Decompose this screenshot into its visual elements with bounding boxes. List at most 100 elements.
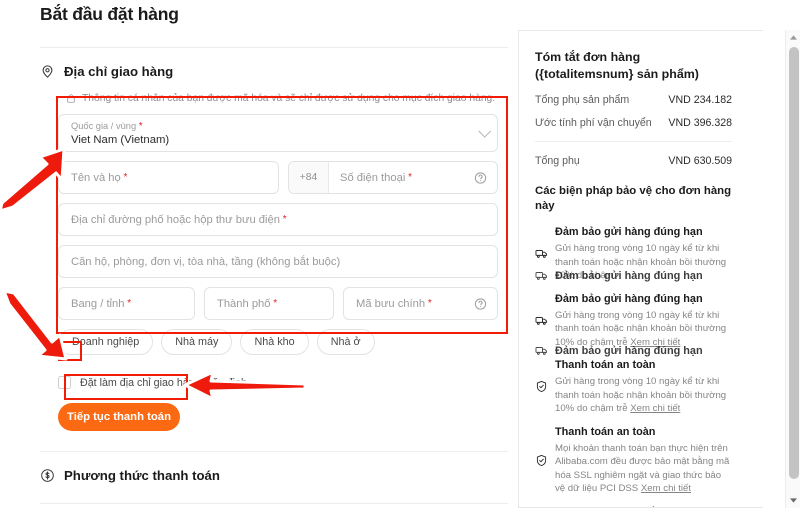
protection-title: Đảm bảo gửi hàng đúng hạn (555, 226, 703, 238)
payment-method-section: Phương thức thanh toán (40, 451, 508, 483)
protections-title: Các biện pháp bảo vệ cho đơn hàng này (535, 185, 732, 212)
ghost-overlay-text-2: Đảm bảo gửi hàng đúng hạn (555, 345, 703, 357)
ghost-overlay-text-1: Đảm bảo gửi hàng đúng hạn (555, 270, 703, 282)
divider (40, 451, 508, 452)
shield-check-icon (535, 358, 548, 416)
order-summary-panel: Tóm tắt đơn hàng ({totalitemsnum} sản ph… (518, 30, 763, 508)
region-row: Bang / tỉnh * Thành phố * Mã bưu chính * (58, 287, 498, 320)
full-name-placeholder: Tên và họ (71, 171, 121, 184)
postal-code-input[interactable]: Mã bưu chính * (343, 287, 498, 320)
phone-input[interactable]: Số điện thoại * (329, 162, 497, 193)
country-row: Quốc gia / vùng * Viet Nam (Vietnam) (58, 114, 498, 152)
location-pin-icon (40, 64, 55, 79)
summary-row-items-subtotal: Tổng phụ sản phẩm VND 234.182 (535, 94, 732, 106)
value: VND 630.509 (668, 155, 732, 167)
label: Tổng phụ (535, 155, 580, 167)
value: VND 396.328 (668, 117, 732, 129)
value: VND 234.182 (668, 94, 732, 106)
chip-business[interactable]: Doanh nghiệp (58, 329, 154, 355)
details-link[interactable]: Xem chi tiết (630, 403, 680, 414)
protection-item: Thanh toán an toàn Mọi khoản thanh toán … (535, 425, 732, 496)
refund-icon (535, 505, 548, 508)
city-placeholder: Thành phố (217, 297, 271, 310)
chip-residence[interactable]: Nhà ở (316, 329, 375, 355)
dollar-circle-icon (40, 468, 55, 483)
default-address-row[interactable]: Đặt làm địa chỉ giao hàng Mặc định (58, 376, 508, 389)
truck-icon (535, 292, 548, 350)
state-input[interactable]: Bang / tỉnh * (58, 287, 195, 320)
payment-method-title: Phương thức thanh toán (64, 468, 220, 483)
protection-item: Chính sách hoàn tiền Yêu cầu hoàn tiền n… (535, 505, 732, 508)
phone-country-code: +84 (289, 162, 329, 193)
phone-placeholder: Số điện thoại (340, 171, 406, 184)
protection-body: Đảm bảo gửi hàng đúng hạn Gửi hàng trong… (555, 292, 732, 350)
checkout-page: Bắt đầu đặt hàng Địa chỉ giao hàng Thông… (0, 0, 800, 508)
divider (40, 503, 508, 504)
protection-title: Thanh toán an toàn (555, 359, 656, 371)
country-value: Viet Nam (Vietnam) (71, 134, 170, 146)
name-phone-row: Tên và họ * +84 Số điện thoại * (58, 161, 498, 194)
label: Ước tính phí vận chuyển (535, 117, 652, 129)
question-circle-icon[interactable] (474, 171, 487, 184)
continue-to-payment-button[interactable]: Tiếp tục thanh toán (58, 403, 180, 431)
chip-warehouse[interactable]: Nhà kho (240, 329, 309, 355)
order-summary-title-line2: ({totalitemsnum} sản phẩm) (535, 67, 699, 81)
scroll-down-arrow-icon[interactable] (786, 493, 800, 508)
details-link[interactable]: Xem chi tiết (641, 483, 691, 494)
protection-body: Thanh toán an toàn Mọi khoản thanh toán … (555, 425, 732, 496)
page-title: Bắt đầu đặt hàng (40, 4, 179, 24)
main-content: Bắt đầu đặt hàng Địa chỉ giao hàng Thông… (40, 0, 508, 508)
order-summary-title-line1: Tóm tắt đơn hàng (535, 50, 641, 64)
order-summary-title: Tóm tắt đơn hàng ({totalitemsnum} sản ph… (535, 49, 732, 83)
shield-check-icon (535, 425, 548, 496)
payment-method-header[interactable]: Phương thức thanh toán (40, 468, 508, 483)
items-delivery-section: Các mặt hàng và tùy chọn giao hàng (40, 503, 508, 508)
scroll-up-arrow-icon[interactable] (786, 30, 800, 45)
state-placeholder: Bang / tỉnh (71, 297, 125, 310)
protection-title: Chính sách hoàn tiền (555, 505, 732, 508)
country-select[interactable]: Quốc gia / vùng * Viet Nam (Vietnam) (58, 114, 498, 152)
protection-text: Gửi hàng trong vòng 10 ngày kể từ khi th… (555, 376, 727, 414)
street-placeholder: Địa chỉ đường phố hoặc hộp thư bưu điện (71, 213, 280, 226)
apartment-input[interactable]: Căn hộ, phòng, đơn vị, tòa nhà, tầng (kh… (58, 245, 498, 278)
address-type-chips: Doanh nghiệp Nhà máy Nhà kho Nhà ở (58, 329, 498, 355)
protection-text: Mọi khoản thanh toán bạn thực hiện trên … (555, 442, 730, 495)
protection-body: Chính sách hoàn tiền Yêu cầu hoàn tiền n… (555, 505, 732, 508)
full-name-input[interactable]: Tên và họ * (58, 161, 279, 194)
truck-icon-ghost (535, 269, 548, 287)
protection-item: Thanh toán an toàn Gửi hàng trong vòng 1… (535, 358, 732, 416)
apartment-placeholder: Căn hộ, phòng, đơn vị, tòa nhà, tầng (kh… (71, 255, 341, 268)
summary-scrollbar[interactable] (785, 30, 800, 508)
city-input[interactable]: Thành phố * (204, 287, 334, 320)
shipping-address-title: Địa chỉ giao hàng (64, 64, 174, 79)
chip-factory[interactable]: Nhà máy (161, 329, 233, 355)
privacy-note-text: Thông tin cá nhân của bạn được mã hóa và… (82, 93, 496, 104)
street-row: Địa chỉ đường phố hoặc hộp thư bưu điện … (58, 203, 498, 236)
protection-title: Đảm bảo gửi hàng đúng hạn (555, 292, 703, 305)
phone-input-group[interactable]: +84 Số điện thoại * (288, 161, 498, 194)
summary-row-shipping-estimate: Ước tính phí vận chuyển VND 396.328 (535, 117, 732, 129)
label: Tổng phụ sản phẩm (535, 94, 630, 106)
divider (40, 47, 508, 48)
privacy-note: Thông tin cá nhân của bạn được mã hóa và… (66, 93, 508, 104)
lock-icon (66, 93, 76, 104)
question-circle-icon[interactable] (474, 297, 487, 310)
divider (535, 141, 732, 142)
truck-icon-ghost (535, 344, 548, 362)
default-address-label: Đặt làm địa chỉ giao hàng Mặc định (80, 376, 247, 389)
country-label: Quốc gia / vùng * (71, 121, 143, 132)
protection-item: Đảm bảo gửi hàng đúng hạn Gửi hàng trong… (535, 292, 732, 350)
default-address-checkbox[interactable] (58, 376, 71, 389)
shipping-address-section-header: Địa chỉ giao hàng (40, 64, 508, 79)
protection-body: Thanh toán an toàn Gửi hàng trong vòng 1… (555, 358, 732, 416)
protection-text: Gửi hàng trong vòng 10 ngày kể từ khi th… (555, 309, 727, 348)
protection-title: Thanh toán an toàn (555, 425, 656, 438)
protections-list: Đảm bảo gửi hàng đúng hạn Gửi hàng trong… (535, 225, 732, 508)
order-summary-content: Tóm tắt đơn hàng ({totalitemsnum} sản ph… (519, 31, 748, 508)
summary-row-subtotal: Tổng phụ VND 630.509 (535, 155, 732, 167)
postal-placeholder: Mã bưu chính (356, 297, 426, 310)
street-address-input[interactable]: Địa chỉ đường phố hoặc hộp thư bưu điện … (58, 203, 498, 236)
address-form: Quốc gia / vùng * Viet Nam (Vietnam) Tên… (58, 114, 498, 355)
scrollbar-thumb[interactable] (788, 47, 799, 479)
apartment-row: Căn hộ, phòng, đơn vị, tòa nhà, tầng (kh… (58, 245, 498, 278)
